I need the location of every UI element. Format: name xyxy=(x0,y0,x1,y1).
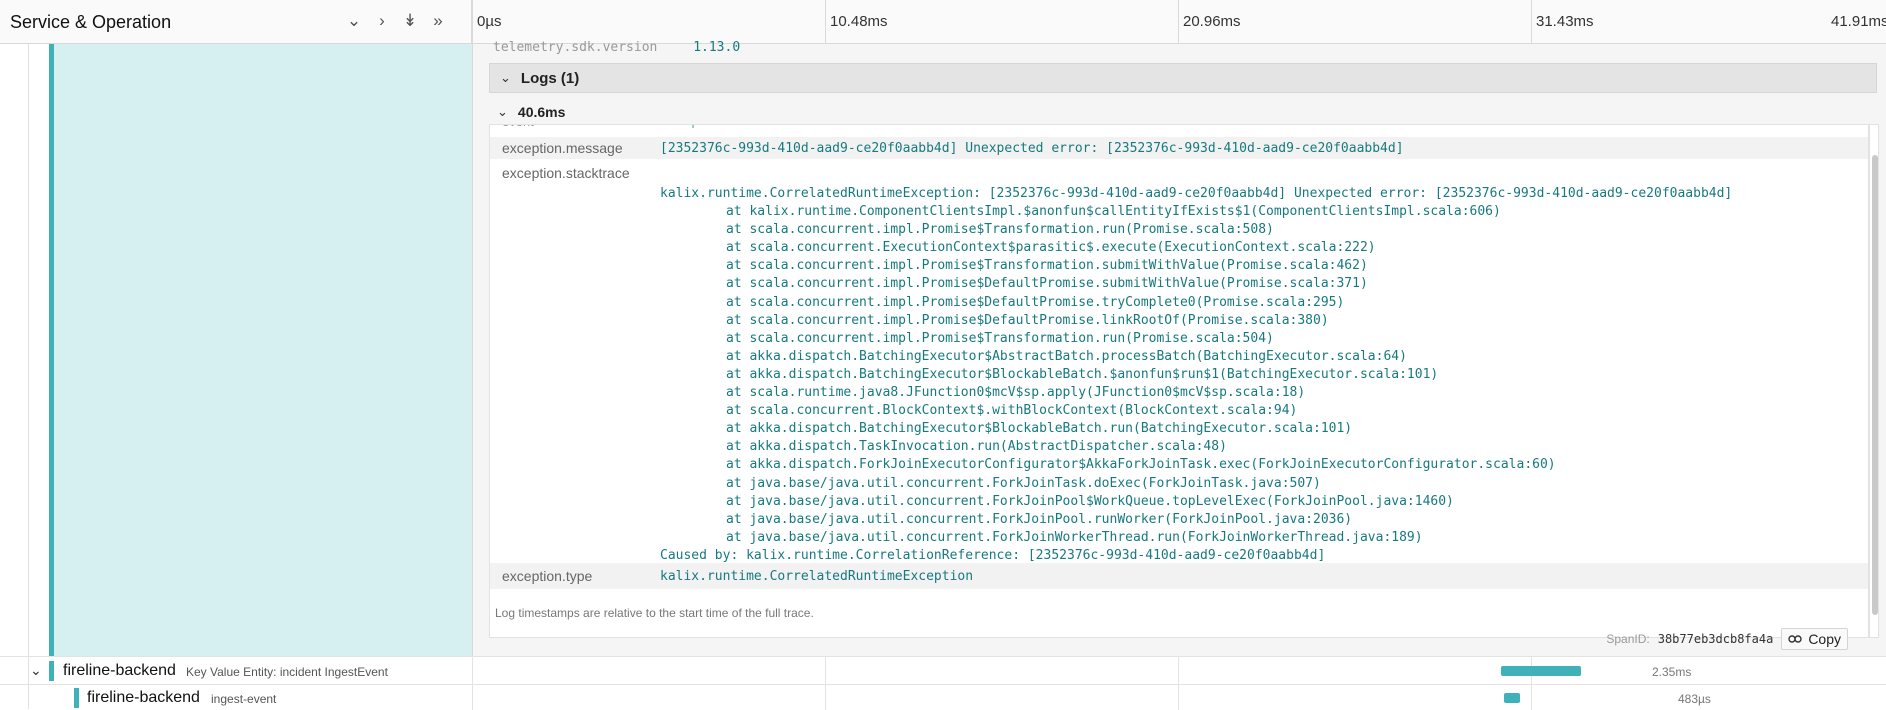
log-scrollbar[interactable] xyxy=(1869,124,1879,638)
log-field-row: exception.stacktrace kalix.runtime.Corre… xyxy=(490,159,1868,565)
span-duration-bar[interactable] xyxy=(1503,693,1521,703)
attribute-value: 1.13.0 xyxy=(693,40,741,55)
copy-button[interactable]: Copy xyxy=(1781,628,1848,650)
column-title: Service & Operation xyxy=(10,12,172,32)
chevron-down-icon: ⌄ xyxy=(500,70,511,85)
field-value: kalix.runtime.CorrelatedRuntimeException xyxy=(660,569,974,584)
logs-section-title: Logs (1) xyxy=(520,69,580,87)
stacktrace-line: at scala.concurrent.BlockContext$.withBl… xyxy=(726,403,1298,419)
stacktrace-line: at scala.concurrent.impl.Promise$Transfo… xyxy=(726,222,1274,238)
timeline-header: Service & Operation ⌄ › ↡ » 0µs 10.48ms … xyxy=(0,0,1886,44)
service-operation-header: Service & Operation ⌄ › ↡ » xyxy=(0,0,472,44)
chevron-down-icon[interactable]: ⌄ xyxy=(30,662,42,679)
operation-name: ingest-event xyxy=(211,692,277,706)
stacktrace-line: at kalix.runtime.ComponentClientsImpl.$a… xyxy=(726,204,1501,220)
expand-all-icon[interactable]: » xyxy=(429,10,447,32)
stacktrace-line: at akka.dispatch.BatchingExecutor$Abstra… xyxy=(726,348,1407,364)
stacktrace-line: at java.base/java.util.concurrent.ForkJo… xyxy=(726,493,1454,509)
tree-controls: ⌄ › ↡ » xyxy=(345,10,447,32)
service-name: fireline-backend xyxy=(63,662,176,679)
log-entry-time: 40.6ms xyxy=(517,104,566,120)
log-field-row: exception.message [2352376c-993d-410d-aa… xyxy=(490,137,1868,159)
stacktrace-line: at scala.concurrent.impl.Promise$Default… xyxy=(726,276,1368,292)
tick-label: 31.43ms xyxy=(1531,0,1594,44)
tick-label: 20.96ms xyxy=(1178,0,1241,44)
log-entry-toggle[interactable]: ⌄ 40.6ms xyxy=(497,100,565,124)
span-duration-bar[interactable] xyxy=(1501,666,1581,676)
copy-label: Copy xyxy=(1808,631,1841,647)
collapse-all-icon[interactable]: ↡ xyxy=(401,10,419,32)
field-key: exception.type xyxy=(502,568,593,584)
stacktrace-line: at scala.concurrent.impl.Promise$Default… xyxy=(726,312,1329,328)
service-name: fireline-backend xyxy=(87,689,200,706)
tick-label: 10.48ms xyxy=(825,0,888,44)
link-icon xyxy=(1788,635,1803,643)
log-field-row: event exception xyxy=(490,125,1868,131)
timeline-ticks: 0µs 10.48ms 20.96ms 31.43ms 41.91ms xyxy=(472,0,1886,44)
stacktrace-line: at akka.dispatch.TaskInvocation.run(Abst… xyxy=(726,439,1227,455)
scrollbar-thumb[interactable] xyxy=(1872,155,1878,615)
span-row[interactable]: fireline-backend ingest-event 483µs xyxy=(0,684,1886,710)
selected-span-background xyxy=(54,44,472,656)
span-duration: 483µs xyxy=(1678,692,1711,706)
field-value: [2352376c-993d-410d-aad9-ce20f0aabb4d] U… xyxy=(660,141,1404,156)
stacktrace-line: at scala.concurrent.impl.Promise$Transfo… xyxy=(726,330,1274,346)
logs-section-toggle[interactable]: ⌄ Logs (1) xyxy=(489,63,1877,93)
collapse-one-icon[interactable]: ⌄ xyxy=(345,10,363,32)
span-duration: 2.35ms xyxy=(1652,665,1692,679)
stacktrace-line: at scala.concurrent.impl.Promise$Default… xyxy=(726,294,1345,310)
stacktrace-line: at scala.runtime.java8.JFunction0$mcV$sp… xyxy=(726,385,1306,401)
log-timestamp-note: Log timestamps are relative to the start… xyxy=(495,606,814,620)
stacktrace-line: at scala.concurrent.ExecutionContext$par… xyxy=(726,240,1376,256)
attribute-key: telemetry.sdk.version xyxy=(493,40,658,55)
span-color-bar xyxy=(49,661,54,681)
chevron-down-icon: ⌄ xyxy=(497,104,508,119)
stacktrace-line: at java.base/java.util.concurrent.ForkJo… xyxy=(726,529,1423,545)
expand-one-icon[interactable]: › xyxy=(373,10,391,32)
tree-guide-line xyxy=(28,44,29,709)
span-row[interactable]: ⌄ fireline-backend Key Value Entity: inc… xyxy=(0,656,1886,684)
span-detail-panel: telemetry.sdk.version 1.13.0 ⌄ Logs (1) … xyxy=(472,40,1886,656)
stacktrace-line: at akka.dispatch.ForkJoinExecutorConfigu… xyxy=(726,457,1556,473)
span-id-value: 38b77eb3dcb8fa4a xyxy=(1657,632,1774,646)
operation-name: Key Value Entity: incident IngestEvent xyxy=(186,665,388,679)
tick-label: 0µs xyxy=(472,0,502,44)
span-id-label: SpanID: xyxy=(1606,632,1650,646)
truncated-attribute-row: telemetry.sdk.version 1.13.0 xyxy=(493,40,740,55)
log-field-row: exception.type kalix.runtime.CorrelatedR… xyxy=(490,563,1868,589)
tick-label: 41.91ms xyxy=(1831,13,1886,30)
stacktrace-line: at akka.dispatch.BatchingExecutor$Blocka… xyxy=(726,421,1353,437)
span-id-area: SpanID: 38b77eb3dcb8fa4a Copy xyxy=(1606,628,1848,650)
log-fields-table: event exception exception.message [23523… xyxy=(489,124,1869,638)
stacktrace-line: at java.base/java.util.concurrent.ForkJo… xyxy=(726,475,1321,491)
stacktrace-line: at akka.dispatch.BatchingExecutor$Blocka… xyxy=(726,366,1439,382)
field-key: exception.message xyxy=(502,140,623,156)
stacktrace-line: at scala.concurrent.impl.Promise$Transfo… xyxy=(726,258,1368,274)
span-color-bar xyxy=(74,688,79,708)
stacktrace-line: at java.base/java.util.concurrent.ForkJo… xyxy=(726,511,1353,527)
field-key: event xyxy=(502,125,534,129)
stacktrace-value: kalix.runtime.CorrelatedRuntimeException… xyxy=(660,185,1732,565)
field-value: exception xyxy=(660,125,730,129)
field-key: exception.stacktrace xyxy=(502,165,630,181)
stacktrace-line: kalix.runtime.CorrelatedRuntimeException… xyxy=(660,186,1733,201)
